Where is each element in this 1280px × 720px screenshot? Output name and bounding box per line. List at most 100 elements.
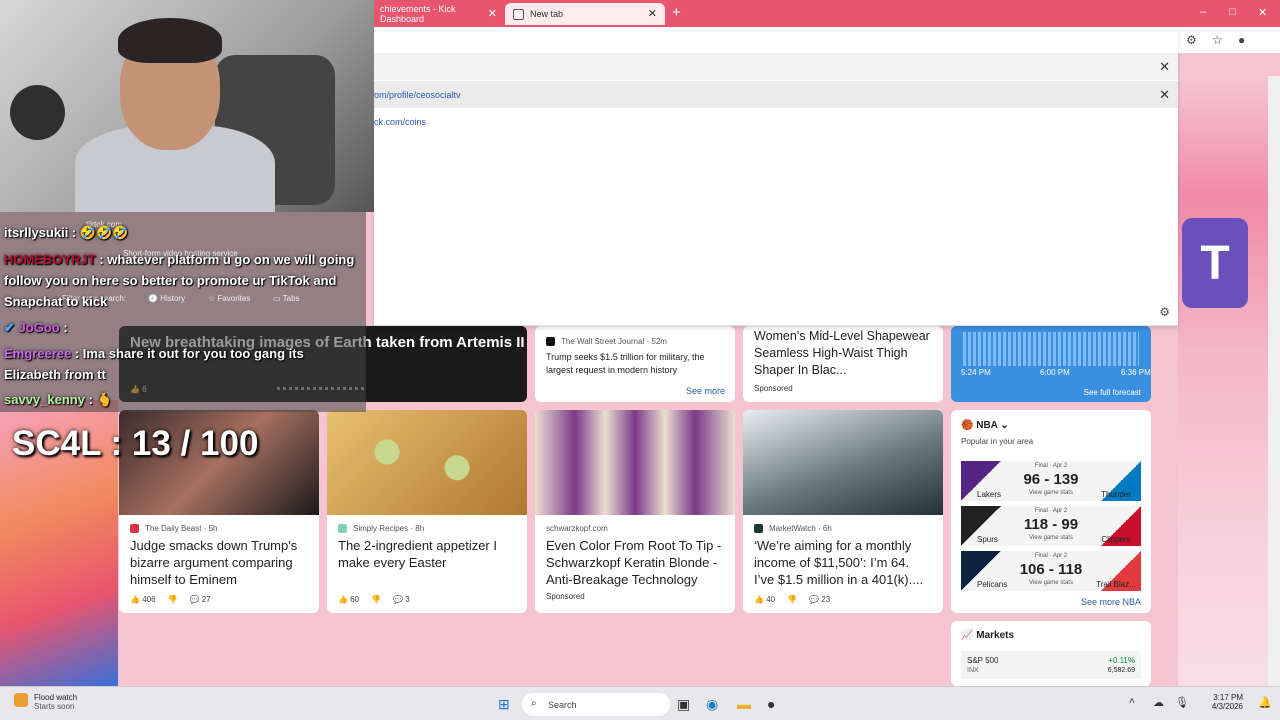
market-row[interactable]: S&P 500 INX +0.11% 6,582.69 [961,651,1141,679]
weather-alert[interactable]: Flood watch Starts soon [14,693,77,711]
news-image [743,410,943,515]
filter-history[interactable]: 🕘 History [148,294,185,303]
news-source: The Daily Beast · 5h [119,515,319,533]
sponsored-label: Sponsored [754,384,793,393]
sub-goal-counter: SC4L : 13 / 100 [12,424,259,463]
see-more-nba-link[interactable]: See more NBA [1081,597,1141,607]
chat-message: savvy_kenny : 🫰 [4,392,113,407]
ad-card-shapewear[interactable]: Women's Mid-Level Shapewear Seamless Hig… [743,326,943,402]
close-icon[interactable]: ✕ [1159,87,1170,103]
marketwatch-logo-icon [754,524,763,533]
close-icon[interactable]: ✕ [648,7,657,20]
start-windows-icon[interactable]: ⊞ [498,696,510,713]
simply-recipes-logo-icon [338,524,347,533]
dropdown-row[interactable]: ck.com/coins [374,108,1178,135]
task-view-icon[interactable]: ▣ [677,696,690,713]
market-value: 6,582.69 [1107,667,1135,674]
filter-tabs[interactable]: ▭ Tabs [273,294,300,303]
like-icon: 👍 60 [338,595,360,604]
microphone-tray-icon[interactable]: 🎙 [1175,696,1189,709]
team-name: Lakers [977,490,1002,499]
ad-headline: Even Color From Root To Tip - Schwarzkop… [546,538,722,587]
taskbar-search[interactable]: Search [522,693,670,716]
chat-message: HOMEBOYRJT : whatever platform u go on w… [4,252,355,267]
close-window-icon[interactable]: ✕ [1258,6,1267,19]
background-art-right [1178,76,1268,686]
close-icon[interactable]: ✕ [488,7,497,20]
taskbar: Flood watch Starts soon ⊞ Search ⌕ ▣ ◉ ▬… [0,686,1280,720]
tab-label: chievements - Kick Dashboard [380,4,456,24]
reactions[interactable]: 👍 406 👎 💬 27 [130,595,211,604]
chat-message-cont: follow you on here so better to promote … [4,273,337,288]
scrollbar[interactable] [1268,76,1280,686]
full-forecast-link[interactable]: See full forecast [1084,388,1141,397]
news-headline: The 2-ingredient appetizer I make every … [338,538,497,570]
nba-popular-label: Popular in your area [961,437,1034,446]
streamer-hair [118,18,222,63]
news-image [327,410,527,515]
nba-game-row[interactable]: Final · Apr 2 106 - 118 View game stats … [961,551,1141,591]
network-icon[interactable]: ☁ [1153,696,1164,709]
maximize-icon[interactable]: □ [1229,6,1236,18]
chat-overlay: Filter your search: 🕘 History ☆ Favorite… [0,212,366,412]
notifications-icon[interactable]: 🔔 [1258,696,1272,709]
nba-game-row[interactable]: Final · Apr 2 118 - 99 View game stats S… [961,506,1141,546]
extensions-icon[interactable]: ⚙ [1186,33,1197,47]
reactions[interactable]: 👍 40 👎 💬 23 [754,595,830,604]
minimize-icon[interactable]: – [1200,6,1206,18]
screen: chievements - Kick Dashboard ✕ New tab ✕… [0,0,1280,720]
markets-widget[interactable]: 📈 Markets S&P 500 INX +0.11% 6,582.69 [951,621,1151,686]
favorites-icon[interactable]: ☆ [1212,33,1223,47]
news-card-marketwatch[interactable]: MarketWatch · 6h ‘We’re aiming for a mon… [743,410,943,613]
game-status: Final · Apr 2 [1034,508,1068,514]
dislike-icon: 👎 [167,595,178,604]
show-hidden-icons[interactable]: ˄ [1129,696,1135,707]
wsj-logo-icon [546,337,555,346]
reactions[interactable]: 👍 60 👎 💬 3 [338,595,410,604]
file-explorer-icon[interactable]: ▬ [737,696,751,712]
ad-card-schwarzkopf[interactable]: schwarzkopf.com Even Color From Root To … [535,410,735,613]
ad-headline: Women's Mid-Level Shapewear Seamless Hig… [754,329,930,377]
weather-widget[interactable]: 5:24 PM 6:00 PM 6:36 PM See full forecas… [951,326,1151,402]
ad-image [535,410,735,515]
close-icon[interactable]: ✕ [1159,59,1170,75]
warning-icon [14,693,28,707]
clock[interactable]: 3:17 PM 4/3/2026 [1205,693,1243,711]
tab-kick-dashboard[interactable]: chievements - Kick Dashboard ✕ [372,3,505,25]
new-tab-button[interactable]: + [672,4,681,21]
see-more-link[interactable]: See more [686,386,725,396]
dislike-icon: 👎 [371,595,382,604]
team-name: Pelicans [977,580,1008,589]
chat-message: Emgreeree : Ima share it out for you too… [4,346,304,361]
nba-game-row[interactable]: Final · Apr 2 96 - 139 View game stats L… [961,461,1141,501]
comment-icon: 💬 23 [809,595,831,604]
profile-avatar-icon[interactable]: ● [1238,33,1245,47]
market-symbol: S&P 500 [967,656,999,665]
ad-source: schwarzkopf.com [546,524,608,533]
daily-beast-logo-icon [130,524,139,533]
news-card-wsj[interactable]: The Wall Street Journal · 52m Trump seek… [535,326,735,402]
obs-icon[interactable]: ● [767,696,775,712]
chat-message-cont: Snapchat to kick [4,294,108,309]
tab-new-tab[interactable]: New tab ✕ [505,3,665,25]
search-icon: ⌕ [531,698,537,709]
game-status: Final · Apr 2 [1034,463,1068,469]
news-card-simply-recipes[interactable]: Simply Recipes · 8h The 2-ingredient app… [327,410,527,613]
nba-title[interactable]: 🏀 NBA ⌄ [951,410,1151,431]
news-source: Simply Recipes · 8h [327,515,527,533]
edge-icon[interactable]: ◉ [706,696,718,713]
game-score: 96 - 139 [1023,471,1079,488]
filter-favorites[interactable]: ☆ Favorites [208,294,250,303]
news-source: The Wall Street Journal · 52m [535,326,735,346]
weather-chart [963,332,1139,366]
chat-message: itsrllysukii : 🤣🤣🤣 [4,225,129,240]
dropdown-row[interactable]: om/profile/ceosocialtv ✕ [374,81,1178,108]
chat-message: ✔ JoGoo : [4,320,68,335]
game-score: 118 - 99 [1023,516,1079,533]
markets-title: 📈 Markets [961,630,1015,641]
team-name: Trail Blaz... [1096,580,1136,589]
dropdown-row[interactable]: ✕ [374,53,1178,80]
settings-gear-icon[interactable]: ⚙ [1159,305,1170,319]
nba-widget[interactable]: 🏀 NBA ⌄ Popular in your area Final · Apr… [951,410,1151,613]
like-icon: 👍 406 [130,595,156,604]
